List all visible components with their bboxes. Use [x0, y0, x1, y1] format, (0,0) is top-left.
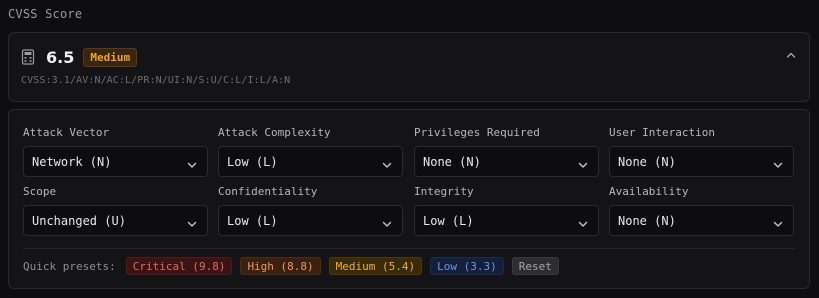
attack-vector-select[interactable]: Network (N)	[23, 146, 208, 177]
preset-critical-button[interactable]: Critical (9.8)	[125, 257, 233, 275]
section-title: CVSS Score	[8, 7, 83, 21]
chevron-down-icon	[186, 215, 198, 227]
metric-user-interaction: User Interaction None (N)	[609, 126, 794, 177]
metric-label: Scope	[23, 185, 57, 198]
metric-integrity: Integrity Low (L)	[414, 185, 599, 236]
metric-scope: Scope Unchanged (U)	[23, 185, 208, 236]
attack-complexity-select[interactable]: Low (L)	[218, 146, 403, 177]
metric-attack-complexity: Attack Complexity Low (L)	[218, 126, 403, 177]
metric-value: Network (N)	[32, 154, 112, 169]
metric-label: Availability	[609, 185, 689, 198]
quick-presets: Quick presets: Critical (9.8) High (8.8)…	[23, 257, 567, 275]
integrity-select[interactable]: Low (L)	[414, 205, 599, 236]
chevron-down-icon	[577, 215, 589, 227]
metric-value: None (N)	[423, 154, 481, 169]
score-value: 6.5	[46, 47, 75, 67]
metric-value: None (N)	[618, 154, 676, 169]
chevron-down-icon	[381, 156, 393, 168]
metric-label: Attack Complexity	[218, 126, 331, 139]
metric-label: Privileges Required	[414, 126, 540, 139]
cvss-vector-string: CVSS:3.1/AV:N/AC:L/PR:N/UI:N/S:U/C:L/I:L…	[21, 75, 291, 86]
preset-medium-button[interactable]: Medium (5.4)	[328, 257, 423, 275]
preset-low-button[interactable]: Low (3.3)	[430, 257, 504, 275]
score-row: 6.5 Medium	[21, 47, 138, 67]
metrics-panel: Attack Vector Network (N) Attack Complex…	[8, 109, 810, 289]
metric-value: None (N)	[618, 213, 676, 228]
divider	[23, 248, 795, 249]
chevron-down-icon	[186, 156, 198, 168]
calculator-icon	[21, 49, 35, 65]
collapse-toggle[interactable]	[783, 47, 799, 63]
score-card[interactable]: 6.5 Medium CVSS:3.1/AV:N/AC:L/PR:N/UI:N/…	[8, 32, 810, 102]
metric-label: Integrity	[414, 185, 474, 198]
confidentiality-select[interactable]: Low (L)	[218, 205, 403, 236]
chevron-down-icon	[381, 215, 393, 227]
chevron-down-icon	[772, 156, 784, 168]
metric-label: Confidentiality	[218, 185, 318, 198]
chevron-up-icon	[785, 46, 797, 65]
metric-label: Attack Vector	[23, 126, 110, 139]
user-interaction-select[interactable]: None (N)	[609, 146, 794, 177]
chevron-down-icon	[772, 215, 784, 227]
availability-select[interactable]: None (N)	[609, 205, 794, 236]
metric-value: Low (L)	[423, 213, 474, 228]
metric-value: Low (L)	[227, 213, 278, 228]
metric-label: User Interaction	[609, 126, 715, 139]
quick-presets-label: Quick presets:	[23, 259, 116, 273]
metric-confidentiality: Confidentiality Low (L)	[218, 185, 403, 236]
metric-attack-vector: Attack Vector Network (N)	[23, 126, 208, 177]
metric-privileges-required: Privileges Required None (N)	[414, 126, 599, 177]
metric-value: Unchanged (U)	[32, 213, 126, 228]
reset-button[interactable]: Reset	[511, 257, 559, 275]
privileges-required-select[interactable]: None (N)	[414, 146, 599, 177]
scope-select[interactable]: Unchanged (U)	[23, 205, 208, 236]
metric-availability: Availability None (N)	[609, 185, 794, 236]
chevron-down-icon	[577, 156, 589, 168]
metric-value: Low (L)	[227, 154, 278, 169]
severity-badge: Medium	[83, 47, 138, 67]
preset-high-button[interactable]: High (8.8)	[240, 257, 321, 275]
